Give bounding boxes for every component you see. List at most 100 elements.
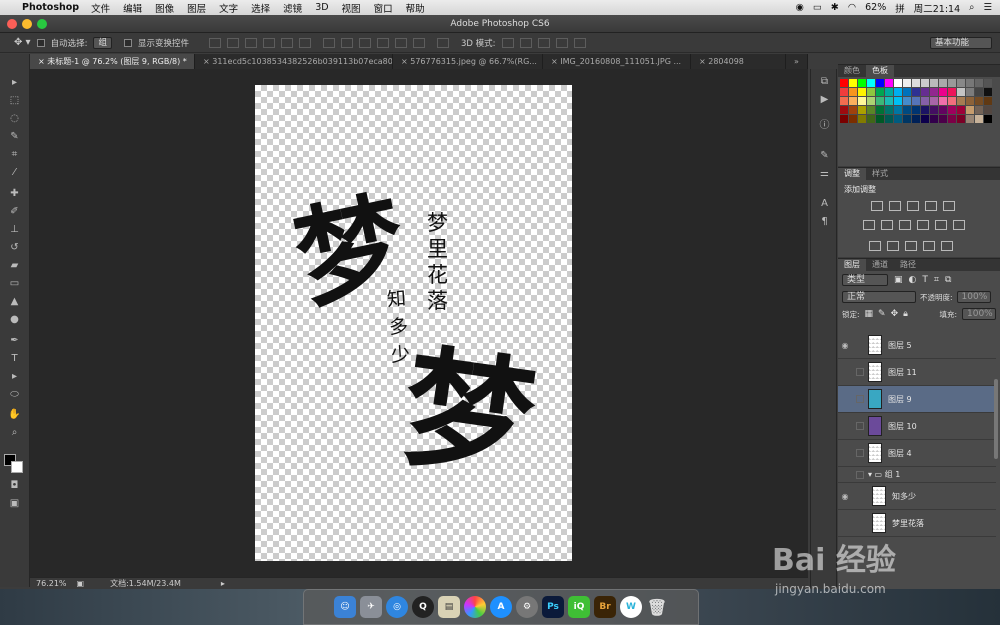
status-menu-icon[interactable]: ▣ [77, 579, 85, 588]
color-swatch[interactable] [858, 79, 866, 87]
zoom-level[interactable]: 76.21% [36, 579, 67, 588]
rotate-3d-icon[interactable] [501, 37, 514, 48]
filter-shape-icon[interactable]: ⌗ [934, 275, 939, 285]
color-swatch[interactable] [975, 106, 983, 114]
menu-window[interactable]: 窗口 [374, 1, 393, 15]
tab-adjustments[interactable]: 调整 [838, 168, 866, 180]
color-swatch[interactable] [966, 115, 974, 123]
bluetooth-icon[interactable]: ✱ [831, 2, 839, 13]
safari-icon[interactable]: ◎ [386, 596, 408, 618]
layer-row[interactable]: ◉ 图层 5 [838, 332, 996, 359]
color-swatch[interactable] [957, 88, 965, 96]
background-color-swatch[interactable] [11, 461, 23, 473]
tab-styles[interactable]: 样式 [866, 168, 894, 180]
fill-field[interactable]: 100% [962, 308, 996, 320]
color-swatch[interactable] [939, 97, 947, 105]
brightness-icon[interactable] [871, 201, 883, 211]
color-swatch[interactable] [876, 115, 884, 123]
color-swatch[interactable] [912, 97, 920, 105]
lasso-tool-icon[interactable]: ◌ [6, 112, 23, 126]
tab-layers[interactable]: 图层 [838, 259, 866, 271]
menu-view[interactable]: 视图 [342, 1, 361, 15]
workspace-dropdown[interactable]: 基本功能 [930, 36, 992, 49]
color-swatch[interactable] [840, 106, 848, 114]
color-swatch[interactable] [885, 88, 893, 96]
clone-stamp-icon[interactable]: ⊥ [6, 223, 23, 237]
clone-source-icon[interactable]: ⚌ [816, 167, 833, 181]
tab-channels[interactable]: 通道 [866, 259, 894, 271]
align-hcenter-icon[interactable] [280, 37, 293, 48]
status-icon[interactable]: ◉ [796, 2, 804, 13]
color-swatch[interactable] [948, 115, 956, 123]
visibility-toggle[interactable] [856, 422, 864, 430]
color-swatch[interactable] [903, 97, 911, 105]
color-swatch[interactable] [849, 88, 857, 96]
clock[interactable]: 周二21:14 [914, 1, 960, 15]
history-brush-icon[interactable]: ↺ [6, 241, 23, 255]
color-swatch[interactable] [984, 79, 992, 87]
color-swatch[interactable] [930, 106, 938, 114]
color-swatch[interactable] [948, 79, 956, 87]
zoom-tool-icon[interactable]: ⌕ [6, 426, 23, 440]
lock-transparent-icon[interactable]: ▦ [865, 309, 874, 319]
color-swatch[interactable] [903, 88, 911, 96]
marquee-tool-icon[interactable]: ⬚ [6, 94, 23, 108]
color-swatch[interactable] [903, 106, 911, 114]
roll-3d-icon[interactable] [519, 37, 532, 48]
color-lookup-icon[interactable] [953, 220, 965, 230]
align-top-icon[interactable] [208, 37, 221, 48]
color-swatch[interactable] [840, 88, 848, 96]
color-swatch[interactable] [939, 88, 947, 96]
visibility-toggle[interactable] [856, 395, 864, 403]
color-swatch[interactable] [984, 106, 992, 114]
auto-select-checkbox[interactable] [36, 38, 45, 47]
filter-pixel-icon[interactable]: ▣ [894, 275, 903, 285]
tab-576776315[interactable]: × 576776315.jpeg @ 66.7%(RG... [393, 54, 543, 69]
color-swatch[interactable] [894, 106, 902, 114]
app-store-icon[interactable]: A [490, 596, 512, 618]
menu-type[interactable]: 文字 [219, 1, 238, 15]
color-swatch[interactable] [975, 97, 983, 105]
color-swatch[interactable] [849, 106, 857, 114]
distribute-top-icon[interactable] [322, 37, 335, 48]
tab-2804098[interactable]: × 2804098 [691, 54, 786, 69]
color-swatch[interactable] [840, 115, 848, 123]
tab-untitled-1[interactable]: × 未标题-1 @ 76.2% (图层 9, RGB/8) * [30, 54, 195, 69]
color-swatch[interactable] [876, 88, 884, 96]
color-swatch[interactable] [966, 97, 974, 105]
path-select-icon[interactable]: ▸ [6, 370, 23, 384]
hue-saturation-icon[interactable] [863, 220, 875, 230]
color-swatch[interactable] [867, 106, 875, 114]
color-swatch[interactable] [867, 88, 875, 96]
brush-tool-icon[interactable]: ✐ [6, 205, 23, 219]
menu-layer[interactable]: 图层 [187, 1, 206, 15]
color-swatch[interactable] [912, 115, 920, 123]
menu-select[interactable]: 选择 [251, 1, 270, 15]
wifi-icon[interactable]: ◠ [848, 2, 856, 13]
color-swatch[interactable] [849, 115, 857, 123]
align-right-icon[interactable] [298, 37, 311, 48]
scale-3d-icon[interactable] [573, 37, 586, 48]
color-swatch[interactable] [984, 88, 992, 96]
auto-align-icon[interactable] [436, 37, 449, 48]
color-swatch[interactable] [930, 115, 938, 123]
color-swatch[interactable] [984, 115, 992, 123]
blur-tool-icon[interactable]: ▲ [6, 295, 23, 309]
visibility-eye-icon[interactable]: ◉ [838, 341, 852, 350]
photo-filter-icon[interactable] [917, 220, 929, 230]
crop-tool-icon[interactable]: ⌗ [6, 148, 23, 162]
vibrance-icon[interactable] [943, 201, 955, 211]
color-swatch[interactable] [885, 97, 893, 105]
tab-color[interactable]: 颜色 [838, 65, 866, 77]
zoom-window-button[interactable] [37, 19, 47, 29]
color-swatch[interactable] [939, 79, 947, 87]
color-swatch[interactable] [939, 115, 947, 123]
photos-icon[interactable] [464, 596, 486, 618]
color-swatch[interactable] [903, 115, 911, 123]
eyedropper-tool-icon[interactable]: ⁄ [6, 166, 23, 180]
qq-icon[interactable]: Q [412, 596, 434, 618]
visibility-toggle[interactable] [856, 470, 864, 479]
color-swatch[interactable] [957, 79, 965, 87]
lock-pixels-icon[interactable]: ✎ [878, 309, 886, 319]
tab-close-icon[interactable]: × [401, 57, 410, 66]
